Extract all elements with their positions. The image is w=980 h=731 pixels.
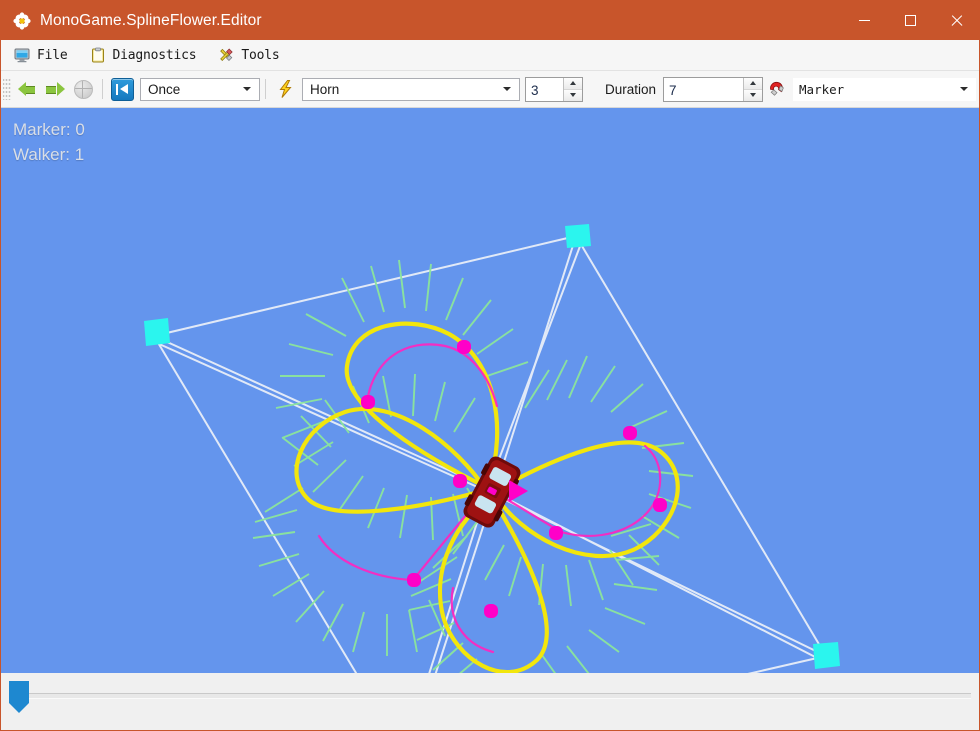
menu-bar: File Diagnostics Tools — [1, 40, 979, 71]
lightning-bolt-icon — [278, 80, 293, 98]
app-window: MonoGame.SplineFlower.Editor File Diagno… — [0, 0, 980, 731]
menu-item-file[interactable]: File — [5, 43, 77, 67]
tools-icon — [218, 47, 234, 63]
count-decrement-button[interactable] — [564, 88, 582, 101]
close-icon — [950, 14, 963, 27]
timeline-thumb-body — [9, 681, 29, 703]
loop-mode-combobox[interactable]: Once — [140, 77, 260, 101]
timeline-thumb-tip — [9, 703, 29, 713]
menu-item-tools[interactable]: Tools — [209, 43, 288, 67]
forward-button[interactable] — [41, 75, 69, 103]
menu-item-tools-label: Tools — [241, 47, 280, 63]
close-button[interactable] — [933, 1, 979, 40]
toolbar-separator-2 — [265, 79, 266, 99]
clipboard-icon — [90, 47, 106, 63]
direction-arrow — [509, 480, 528, 502]
duration-decrement-button[interactable] — [744, 88, 763, 101]
globe-button[interactable] — [69, 75, 97, 103]
trigger-combobox[interactable]: Horn — [302, 77, 520, 101]
count-spinner-buttons — [563, 77, 582, 101]
maximize-button[interactable] — [887, 1, 933, 40]
timeline-thumb[interactable] — [9, 681, 29, 713]
menu-item-diagnostics[interactable]: Diagnostics — [81, 43, 206, 67]
chevron-down-icon — [503, 87, 511, 91]
hud-overlay: Marker: 0 Walker: 1 — [13, 117, 85, 167]
window-title: MonoGame.SplineFlower.Editor — [40, 11, 262, 29]
globe-icon — [73, 79, 93, 99]
spline-render — [144, 224, 840, 673]
chevron-down-icon — [243, 87, 251, 91]
marker-value: Marker — [799, 81, 845, 97]
duration-spinner-buttons — [743, 77, 763, 101]
trigger-button[interactable] — [271, 75, 299, 103]
skip-to-start-button[interactable] — [108, 75, 136, 103]
trigger-value: Horn — [310, 81, 340, 97]
maximize-icon — [904, 15, 916, 26]
menu-item-diagnostics-label: Diagnostics — [112, 47, 197, 63]
hud-walker-count: Walker: 1 — [13, 145, 85, 164]
skip-to-start-icon — [110, 77, 134, 101]
monitor-icon — [14, 47, 30, 63]
count-value[interactable]: 3 — [526, 78, 563, 101]
toolbar-separator-1 — [102, 79, 103, 99]
duration-label: Duration — [605, 81, 657, 97]
timeline-track[interactable] — [9, 693, 971, 699]
magnet-button[interactable] — [763, 75, 791, 103]
loop-mode-value: Once — [148, 81, 181, 97]
flower-icon — [13, 11, 31, 30]
magnet-icon — [768, 80, 786, 98]
duration-increment-button[interactable] — [744, 77, 763, 89]
marker-combobox[interactable]: Marker — [793, 77, 976, 101]
duration-spinner[interactable]: 7 — [663, 76, 764, 102]
minimize-button[interactable] — [841, 1, 887, 40]
tool-bar: Once Horn 3 Duration 7 Marker — [1, 71, 979, 108]
status-bar — [1, 673, 979, 730]
spline-canvas[interactable]: Marker: 0 Walker: 1 — [1, 108, 979, 673]
back-button[interactable] — [13, 75, 41, 103]
duration-value[interactable]: 7 — [664, 78, 743, 101]
hud-marker-count: Marker: 0 — [13, 120, 85, 139]
count-increment-button[interactable] — [564, 77, 582, 89]
chevron-down-icon — [960, 87, 968, 91]
window-controls — [841, 1, 979, 40]
toolbar-grip[interactable] — [3, 78, 11, 100]
title-bar: MonoGame.SplineFlower.Editor — [1, 1, 979, 40]
minimize-icon — [858, 19, 870, 22]
menu-item-file-label: File — [37, 47, 68, 63]
arrow-left-icon — [17, 81, 37, 97]
arrow-right-icon — [45, 81, 65, 97]
count-spinner[interactable]: 3 — [525, 76, 583, 102]
